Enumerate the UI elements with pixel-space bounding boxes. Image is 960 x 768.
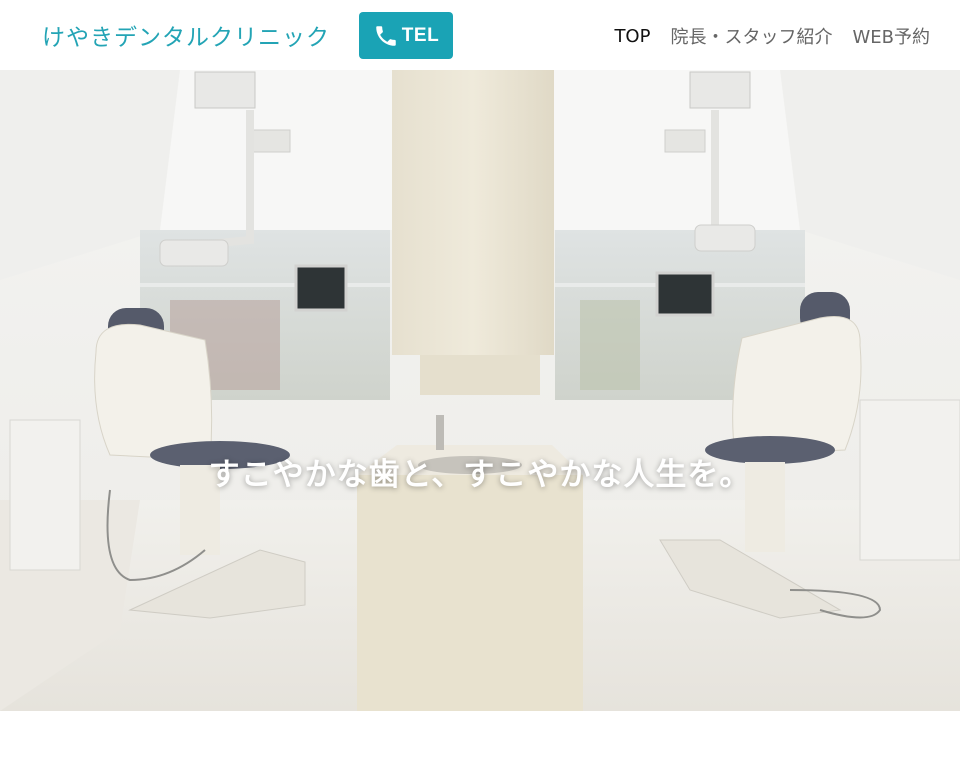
hero-section: すこやかな歯と、すこやかな人生を。 [0,70,960,711]
site-header: けやきデンタルクリニック TEL TOP 院長・スタッフ紹介 WEB予約 [0,0,960,70]
phone-icon [376,25,396,46]
nav-item-staff[interactable]: 院長・スタッフ紹介 [670,23,832,49]
nav-item-top[interactable]: TOP [614,26,650,47]
page-bottom-space [0,711,960,768]
tel-button[interactable]: TEL [359,12,453,59]
hero-image-clinic-room [0,70,960,711]
tel-button-label: TEL [401,24,440,46]
main-nav: TOP 院長・スタッフ紹介 WEB予約 [614,23,930,49]
hero-tagline: すこやかな歯と、すこやかな人生を。 [208,457,752,493]
nav-item-web-reservation[interactable]: WEB予約 [852,23,930,49]
brand-logo-text[interactable]: けやきデンタルクリニック [42,18,330,52]
